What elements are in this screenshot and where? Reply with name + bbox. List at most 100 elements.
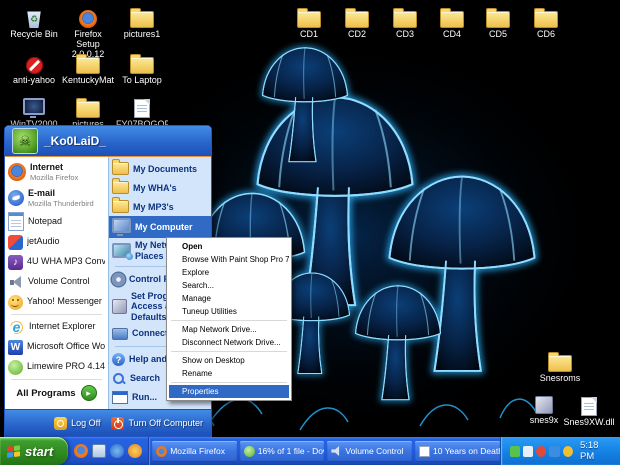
context-item-explore[interactable]: Explore xyxy=(169,266,289,279)
context-item-properties[interactable]: Properties xyxy=(169,385,289,398)
quick-launch-internet-explorer-icon[interactable] xyxy=(110,444,125,458)
folder-icon xyxy=(345,8,369,28)
quick-launch-show-desktop-icon[interactable] xyxy=(92,444,107,458)
start-item-mp3-converter[interactable]: 4U WHA MP3 Converter xyxy=(5,252,108,272)
folder-icon xyxy=(112,197,129,214)
context-item-tuneup-utilities[interactable]: Tuneup Utilities xyxy=(169,305,289,318)
taskbar: start Mozilla Firefox 16% of 1 file - Do… xyxy=(0,437,620,465)
start-item-internet-explorer[interactable]: Internet Explorer xyxy=(5,317,108,337)
turn-off-computer-button[interactable]: Turn Off Computer xyxy=(111,416,203,430)
start-item-my-documents[interactable]: My Documents xyxy=(109,159,211,178)
desktop-icon-cd2[interactable]: CD2 xyxy=(331,6,383,40)
log-off-key-icon xyxy=(54,416,68,430)
context-item-open[interactable]: Open xyxy=(169,240,289,253)
desktop[interactable]: Recycle Bin Firefox Setup 2.0.0.12 pictu… xyxy=(0,0,620,465)
tv-app-icon xyxy=(23,98,45,118)
firefox-icon xyxy=(156,445,168,457)
desktop-icon-cd6[interactable]: CD6 xyxy=(520,6,572,40)
document-icon xyxy=(134,99,150,118)
tray-antivirus-icon[interactable] xyxy=(536,445,547,457)
context-item-manage[interactable]: Manage xyxy=(169,292,289,305)
user-avatar[interactable]: ☠ xyxy=(12,128,38,155)
desktop-icon-pictures1[interactable]: pictures1 xyxy=(116,6,168,40)
desktop-icon-cd3[interactable]: CD3 xyxy=(379,6,431,40)
tray-messenger-icon[interactable] xyxy=(509,445,520,457)
context-item-browse-paint-shop-pro[interactable]: Browse With Paint Shop Pro 7 xyxy=(169,253,289,266)
context-item-show-on-desktop[interactable]: Show on Desktop xyxy=(169,354,289,367)
desktop-icon-recycle-bin[interactable]: Recycle Bin xyxy=(8,6,60,40)
folder-icon xyxy=(76,54,100,74)
system-tray: 5:18 PM xyxy=(499,437,620,465)
control-panel-icon xyxy=(112,272,125,286)
yahoo-icon xyxy=(8,294,23,310)
task-button-download[interactable]: 16% of 1 file - Downl... xyxy=(239,440,325,462)
task-button-firefox[interactable]: Mozilla Firefox xyxy=(152,440,237,462)
start-item-notepad[interactable]: Notepad xyxy=(5,211,108,232)
document-icon xyxy=(418,445,430,457)
thunderbird-icon xyxy=(8,190,24,207)
start-item-volume-control[interactable]: Volume Control xyxy=(5,272,108,292)
desktop-icon-label: Recycle Bin xyxy=(10,30,58,39)
help-icon xyxy=(112,353,125,366)
program-access-icon xyxy=(112,298,127,314)
quick-launch-media-player-icon[interactable] xyxy=(128,444,143,458)
start-item-my-mp3s[interactable]: My MP3's xyxy=(109,197,211,216)
tray-network-icon[interactable] xyxy=(549,445,560,457)
limewire-icon xyxy=(8,359,23,375)
task-button-volume-control[interactable]: Volume Control xyxy=(327,440,412,462)
desktop-icon-anti-yahoo[interactable]: anti-yahoo xyxy=(8,52,60,86)
divider xyxy=(11,379,102,381)
dll-document-icon xyxy=(581,397,597,416)
jetaudio-icon xyxy=(8,234,23,250)
my-computer-context-menu: Open Browse With Paint Shop Pro 7 Explor… xyxy=(166,237,292,401)
start-item-jetaudio[interactable]: jetAudio xyxy=(5,232,108,252)
desktop-icon-kentuckymath[interactable]: KentuckyMath xyxy=(62,52,114,86)
start-item-email[interactable]: E-mail Mozilla Thunderbird xyxy=(5,185,108,211)
folder-icon xyxy=(440,8,464,28)
context-item-map-network-drive[interactable]: Map Network Drive... xyxy=(169,323,289,336)
start-item-my-whas[interactable]: My WHA's xyxy=(109,178,211,197)
folder-icon xyxy=(534,8,558,28)
all-programs-button[interactable]: All Programs ▸ xyxy=(5,382,108,404)
context-item-rename[interactable]: Rename xyxy=(169,367,289,380)
power-icon xyxy=(111,416,125,430)
start-item-yahoo-messenger[interactable]: Yahoo! Messenger xyxy=(5,292,108,312)
context-item-disconnect-network-drive[interactable]: Disconnect Network Drive... xyxy=(169,336,289,349)
word-icon xyxy=(8,339,23,355)
network-icon xyxy=(112,243,133,261)
desktop-icon-cd1[interactable]: CD1 xyxy=(283,6,335,40)
task-button-death-row-doc[interactable]: 10 Years on Death R... xyxy=(414,440,500,462)
firefox-icon xyxy=(79,10,97,28)
desktop-icon-to-laptop[interactable]: To Laptop xyxy=(116,52,168,86)
start-menu-footer: Log Off Turn Off Computer xyxy=(5,409,211,436)
folder-icon xyxy=(76,98,100,118)
desktop-icon-cd4[interactable]: CD4 xyxy=(426,6,478,40)
start-item-internet[interactable]: Internet Mozilla Firefox xyxy=(5,159,108,185)
recycle-bin-icon xyxy=(27,11,41,28)
quick-launch-bar xyxy=(68,437,150,465)
start-menu-pinned-column: Internet Mozilla Firefox E-mail Mozilla Th… xyxy=(5,157,108,409)
speaker-icon xyxy=(331,446,340,456)
tray-update-icon[interactable] xyxy=(562,445,573,457)
tray-display-icon[interactable] xyxy=(522,445,534,457)
start-menu-header: ☠ _Ko0LaiD_ xyxy=(5,126,211,158)
all-programs-arrow-icon: ▸ xyxy=(80,385,97,402)
desktop-icon-snesroms[interactable]: Snesroms xyxy=(534,350,586,384)
run-icon xyxy=(112,391,128,404)
notepad-icon xyxy=(8,212,24,232)
start-item-word-2003[interactable]: Microsoft Office Word 2003 xyxy=(5,337,108,357)
start-button[interactable]: start xyxy=(0,437,69,465)
app-icon xyxy=(535,396,553,414)
windows-flag-icon xyxy=(7,444,20,458)
folder-icon xyxy=(486,8,510,28)
quick-launch-firefox-icon[interactable] xyxy=(74,444,89,458)
context-item-search[interactable]: Search... xyxy=(169,279,289,292)
log-off-button[interactable]: Log Off xyxy=(54,416,100,430)
start-item-limewire[interactable]: Limewire PRO 4.14.10 xyxy=(5,357,108,377)
desktop-icon-cd5[interactable]: CD5 xyxy=(472,6,524,40)
taskbar-clock[interactable]: 5:18 PM xyxy=(580,440,613,462)
search-icon xyxy=(112,372,126,386)
desktop-icon-snes9xw-dll[interactable]: Snes9XW.dll xyxy=(563,394,615,428)
converter-icon xyxy=(8,254,23,270)
start-item-my-computer[interactable]: My Computer xyxy=(109,216,211,239)
